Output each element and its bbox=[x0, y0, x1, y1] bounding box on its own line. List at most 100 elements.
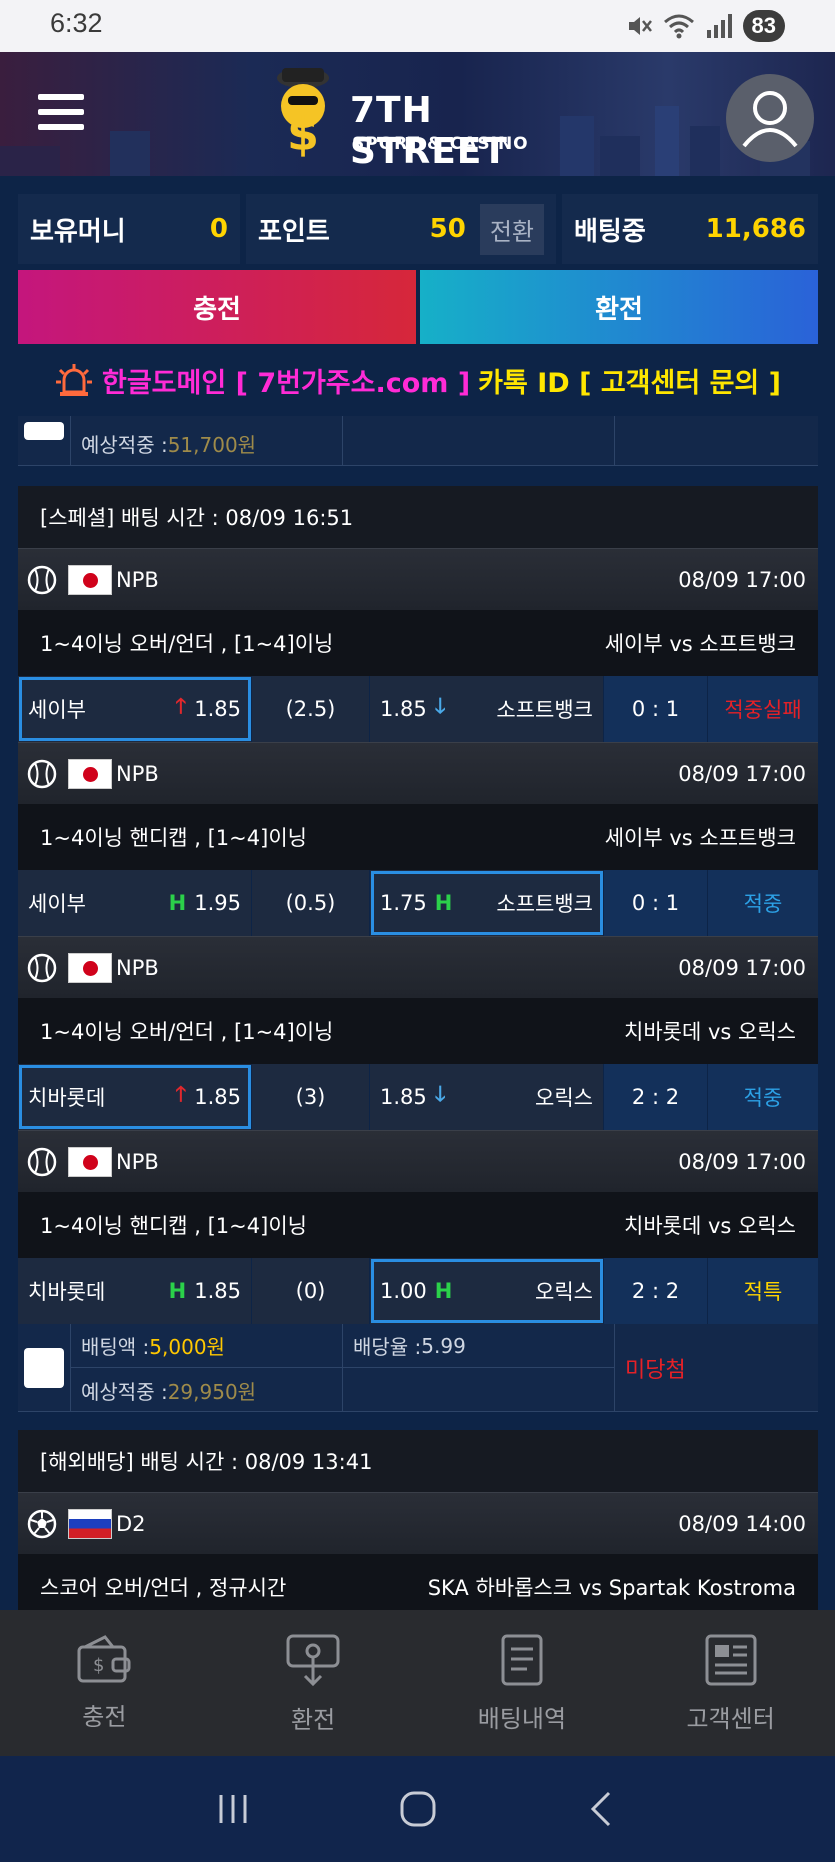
convert-points-button[interactable]: 전환 bbox=[479, 203, 544, 255]
away-odds[interactable]: 1.85 🡓 소프트뱅크 bbox=[370, 676, 604, 742]
home-odds-selected[interactable]: 치바롯데 🡑 1.85 bbox=[18, 1064, 252, 1130]
betting-label: 배팅중 bbox=[574, 216, 646, 247]
handicap-icon: H bbox=[168, 891, 187, 915]
line-cell[interactable]: (3) bbox=[252, 1064, 370, 1130]
bet-select-checkbox[interactable] bbox=[24, 421, 64, 440]
league-name: NPB bbox=[116, 955, 159, 980]
result-cell: 적중 bbox=[708, 1064, 818, 1130]
recent-apps-icon[interactable] bbox=[213, 1789, 253, 1829]
odds-rate-label: 배당율 : bbox=[353, 1335, 422, 1359]
back-icon[interactable] bbox=[583, 1789, 623, 1829]
japan-flag-icon bbox=[68, 1146, 112, 1177]
charge-button[interactable]: 충전 bbox=[18, 270, 416, 344]
bet-select-checkbox[interactable] bbox=[24, 1348, 64, 1388]
handicap-icon: H bbox=[168, 1279, 187, 1303]
user-icon bbox=[742, 91, 798, 148]
home-icon[interactable] bbox=[398, 1789, 438, 1829]
money-balance: 보유머니 0 bbox=[18, 194, 240, 264]
signal-icon bbox=[706, 14, 732, 38]
arrow-down-icon: 🡓 bbox=[434, 1081, 446, 1106]
handicap-icon: H bbox=[434, 891, 453, 915]
home-odds-value: 1.95 bbox=[194, 891, 241, 915]
home-odds[interactable]: 세이부 H 1.95 bbox=[18, 870, 252, 936]
odds-row: 세이부 🡑 1.85 (2.5) 1.85 🡓 소프트뱅크 0 : 1 적중실패 bbox=[18, 676, 818, 742]
league-row: NPB 08/09 17:00 bbox=[18, 1130, 818, 1192]
result-cell: 적중 bbox=[708, 870, 818, 936]
line-cell[interactable]: (0.5) bbox=[252, 870, 370, 936]
point-value: 50 bbox=[429, 214, 466, 244]
match-teams: SKA 하바롭스크 vs Spartak Kostroma bbox=[427, 1576, 796, 1600]
market-row: 1~4이닝 오버/언더 , [1~4]이닝 세이부 vs 소프트뱅크 bbox=[18, 610, 818, 676]
japan-flag-icon bbox=[68, 564, 112, 595]
brand-subtitle: SPORT & CASINO bbox=[352, 134, 529, 154]
match-teams: 치바롯데 vs 오릭스 bbox=[624, 1214, 796, 1238]
mute-icon bbox=[628, 17, 652, 35]
brand-logo[interactable]: $ 7TH STREET SPORT & CASINO bbox=[258, 64, 598, 172]
away-odds-value: 1.75 bbox=[380, 891, 427, 915]
game-datetime: 08/09 14:00 bbox=[678, 1511, 806, 1536]
bet-summary: 배팅액 : 5,000원 예상적중 : 29,950원 배당율 : 5.99 미… bbox=[18, 1324, 818, 1412]
exchange-button[interactable]: 환전 bbox=[420, 270, 818, 344]
score-cell: 2 : 2 bbox=[604, 1064, 708, 1130]
mascot-logo-icon: $ bbox=[277, 68, 329, 161]
odds-row: 세이부 H 1.95 (0.5) 1.75 H 소프트뱅크 0 : 1 적중 bbox=[18, 870, 818, 936]
nav-exchange[interactable]: 환전 bbox=[209, 1610, 418, 1756]
result-cell: 적중실패 bbox=[708, 676, 818, 742]
away-team: 오릭스 bbox=[535, 1086, 593, 1110]
odds-rate-value: 5.99 bbox=[421, 1333, 466, 1358]
action-buttons: 충전 환전 bbox=[18, 270, 818, 344]
game-datetime: 08/09 17:00 bbox=[678, 567, 806, 592]
away-odds[interactable]: 1.85 🡓 오릭스 bbox=[370, 1064, 604, 1130]
odds-row: 치바롯데 H 1.85 (0) 1.00 H 오릭스 2 : 2 적특 bbox=[18, 1258, 818, 1324]
withdraw-icon bbox=[286, 1634, 340, 1686]
nav-customer-center[interactable]: 고객센터 bbox=[626, 1610, 835, 1756]
bet-amount-value: 5,000원 bbox=[149, 1335, 225, 1359]
site-header: $ 7TH STREET SPORT & CASINO bbox=[0, 52, 835, 176]
wallet-icon: $ bbox=[77, 1634, 131, 1682]
market-name: 1~4이닝 오버/언더 , [1~4]이닝 bbox=[40, 632, 334, 656]
score-cell: 2 : 2 bbox=[604, 1258, 708, 1324]
nav-bet-history[interactable]: 배팅내역 bbox=[418, 1610, 627, 1756]
home-odds[interactable]: 치바롯데 H 1.85 bbox=[18, 1258, 252, 1324]
notice-banner: 한글도메인 [ 7번가주소.com ] 카톡 ID [ 고객센터 문의 ] bbox=[0, 352, 835, 408]
bet-history-list[interactable]: 예상적중 : 51,700원 [스페셜] 배팅 시간 : 08/09 16:51… bbox=[0, 416, 835, 1610]
status-time: 6:32 bbox=[50, 8, 103, 38]
home-odds-selected[interactable]: 세이부 🡑 1.85 bbox=[18, 676, 252, 742]
bottom-nav: $ 충전 환전 배팅내역 고객센터 bbox=[0, 1610, 835, 1756]
wifi-icon bbox=[663, 14, 694, 39]
market-row: 스코어 오버/언더 , 정규시간 SKA 하바롭스크 vs Spartak Ko… bbox=[18, 1554, 818, 1610]
bet-slip-title: [해외배당] 배팅 시간 : 08/09 13:41 bbox=[18, 1430, 818, 1492]
away-odds-selected[interactable]: 1.00 H 오릭스 bbox=[370, 1258, 604, 1324]
away-odds-value: 1.00 bbox=[380, 1279, 427, 1303]
line-cell[interactable]: (0) bbox=[252, 1258, 370, 1324]
league-name: NPB bbox=[116, 761, 159, 786]
baseball-icon bbox=[27, 759, 57, 788]
system-navigation-bar bbox=[0, 1756, 835, 1862]
balance-bar: 보유머니 0 포인트 50 전환 배팅중 11,686 bbox=[18, 194, 818, 264]
svg-text:$: $ bbox=[93, 1655, 104, 1676]
battery-indicator: 83 bbox=[742, 10, 785, 42]
result-cell: 적특 bbox=[708, 1258, 818, 1324]
arrow-up-icon: 🡑 bbox=[175, 1081, 187, 1106]
away-team: 소프트뱅크 bbox=[496, 892, 593, 916]
nav-label: 환전 bbox=[291, 1705, 336, 1734]
handicap-icon: H bbox=[434, 1279, 453, 1303]
match-teams: 치바롯데 vs 오릭스 bbox=[624, 1020, 796, 1044]
user-avatar-button[interactable] bbox=[726, 74, 814, 162]
bet-status: 미당첨 bbox=[614, 1324, 818, 1411]
home-odds-value: 1.85 bbox=[194, 1279, 241, 1303]
odds-row: 치바롯데 🡑 1.85 (3) 1.85 🡓 오릭스 2 : 2 적중 bbox=[18, 1064, 818, 1130]
line-cell[interactable]: (2.5) bbox=[252, 676, 370, 742]
away-odds-selected[interactable]: 1.75 H 소프트뱅크 bbox=[370, 870, 604, 936]
status-bar: 6:32 83 bbox=[0, 0, 835, 52]
arrow-down-icon: 🡓 bbox=[434, 693, 446, 718]
match-teams: 세이부 vs 소프트뱅크 bbox=[604, 826, 796, 850]
bet-amount-label: 배팅액 : bbox=[81, 1335, 150, 1359]
nav-label: 충전 bbox=[82, 1702, 127, 1731]
news-icon bbox=[705, 1634, 757, 1685]
nav-charge[interactable]: $ 충전 bbox=[0, 1610, 209, 1756]
menu-button[interactable] bbox=[38, 94, 84, 134]
league-row: NPB 08/09 17:00 bbox=[18, 548, 818, 610]
bet-slip: [스페셜] 배팅 시간 : 08/09 16:51 NPB 08/09 17:0… bbox=[18, 486, 818, 1610]
point-label: 포인트 bbox=[258, 216, 330, 247]
